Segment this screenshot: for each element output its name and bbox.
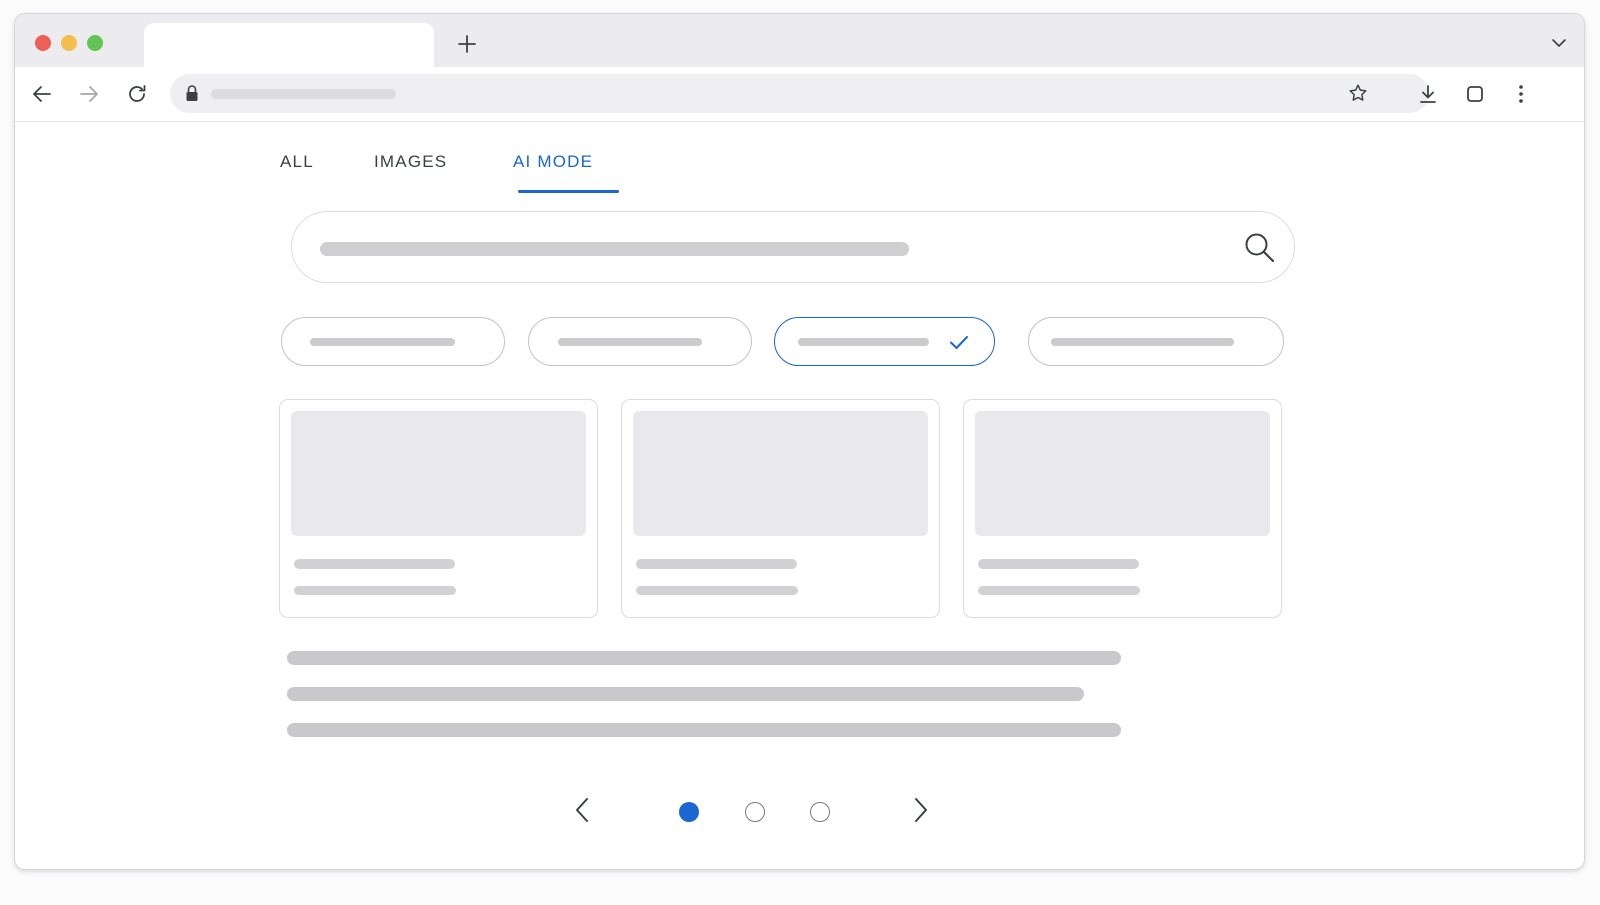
- card-subtitle: [636, 586, 798, 595]
- forward-arrow-icon[interactable]: [77, 82, 101, 106]
- filter-chip-4[interactable]: [1028, 317, 1284, 366]
- filter-chip-3-selected[interactable]: [774, 317, 995, 366]
- chip-label: [798, 338, 929, 346]
- browser-window: ALL IMAGES AI MODE: [15, 14, 1584, 869]
- back-arrow-icon[interactable]: [30, 82, 54, 106]
- reload-icon[interactable]: [125, 82, 149, 106]
- close-window-button[interactable]: [35, 35, 51, 51]
- result-card-2[interactable]: [621, 399, 940, 618]
- card-subtitle: [978, 586, 1140, 595]
- tab-strip: [15, 14, 1584, 67]
- card-title: [978, 559, 1139, 569]
- lock-icon: [186, 85, 198, 101]
- result-card-3[interactable]: [963, 399, 1282, 618]
- filter-chip-1[interactable]: [281, 317, 505, 366]
- summary-line-1: [287, 651, 1121, 665]
- bookmark-star-icon[interactable]: [1347, 82, 1369, 104]
- browser-tab-active[interactable]: [144, 23, 434, 67]
- page-dot-1-active[interactable]: [679, 802, 699, 822]
- card-thumbnail: [291, 411, 586, 536]
- tab-list-chevron-icon[interactable]: [1550, 36, 1568, 50]
- summary-line-2: [287, 687, 1084, 701]
- browser-toolbar: [15, 67, 1584, 122]
- tab-view-icon[interactable]: [1463, 82, 1487, 106]
- page-content: ALL IMAGES AI MODE: [15, 122, 1584, 869]
- page-dot-2[interactable]: [745, 802, 765, 822]
- chip-label: [558, 338, 702, 346]
- next-page-chevron-icon[interactable]: [906, 796, 934, 824]
- card-title: [294, 559, 455, 569]
- tab-all[interactable]: ALL: [280, 152, 314, 172]
- card-thumbnail: [633, 411, 928, 536]
- minimize-window-button[interactable]: [61, 35, 77, 51]
- result-card-1[interactable]: [279, 399, 598, 618]
- maximize-window-button[interactable]: [87, 35, 103, 51]
- active-tab-indicator: [518, 190, 619, 193]
- download-icon[interactable]: [1416, 82, 1440, 106]
- chip-label: [310, 338, 455, 346]
- filter-chip-2[interactable]: [528, 317, 752, 366]
- search-input[interactable]: [291, 211, 1295, 283]
- search-query-placeholder: [320, 242, 909, 256]
- tab-ai-mode[interactable]: AI MODE: [513, 152, 593, 172]
- chip-label: [1051, 338, 1234, 346]
- search-icon[interactable]: [1243, 231, 1277, 265]
- previous-page-chevron-icon[interactable]: [569, 796, 597, 824]
- page-dot-3[interactable]: [810, 802, 830, 822]
- check-icon: [950, 336, 968, 349]
- url-text: [211, 89, 396, 99]
- card-thumbnail: [975, 411, 1270, 536]
- summary-line-3: [287, 723, 1121, 737]
- address-bar[interactable]: [170, 74, 1429, 113]
- new-tab-plus-icon[interactable]: [455, 32, 479, 56]
- more-vert-icon[interactable]: [1509, 82, 1533, 106]
- card-subtitle: [294, 586, 456, 595]
- card-title: [636, 559, 797, 569]
- tab-images[interactable]: IMAGES: [374, 152, 447, 172]
